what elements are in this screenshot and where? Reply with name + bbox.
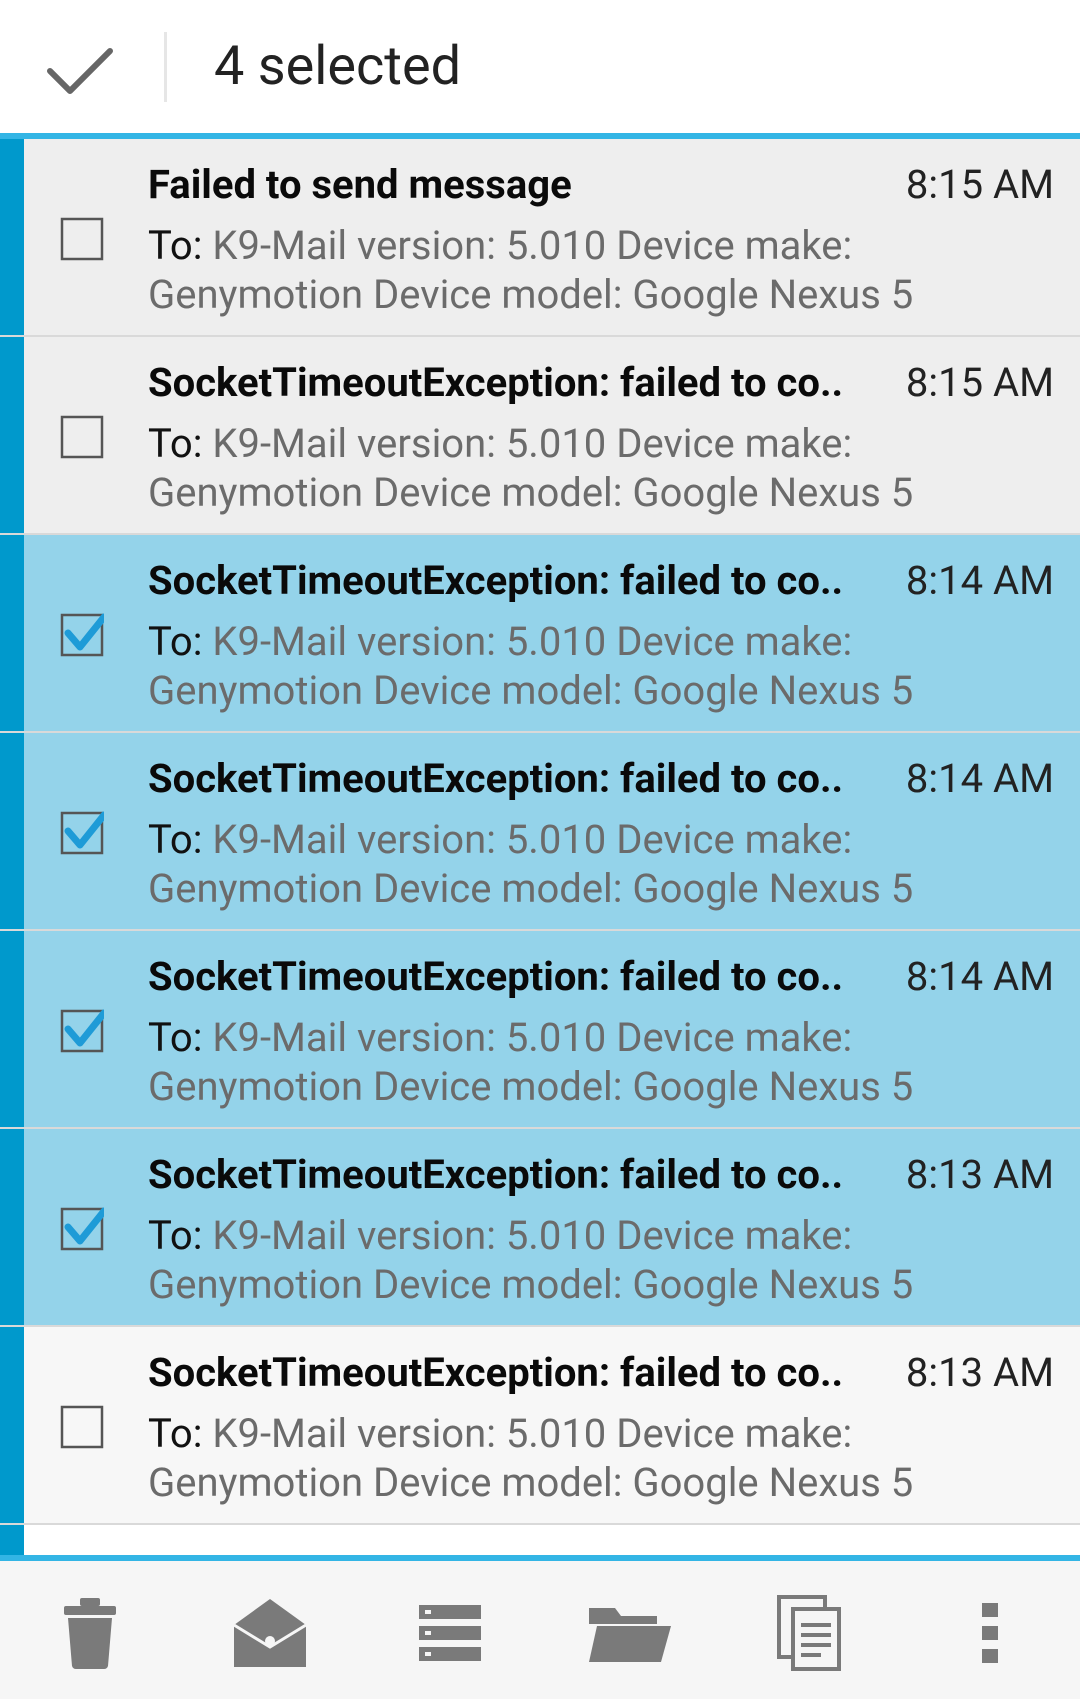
message-row-selected[interactable]: SocketTimeoutException: failed to co.. 8… xyxy=(0,733,1080,931)
mark-read-button[interactable] xyxy=(222,1585,318,1681)
account-color-chip xyxy=(0,931,24,1127)
message-preview: To: K9-Mail version: 5.010 Device make: … xyxy=(148,221,968,319)
preview-line-2: Genymotion Device model: Google Nexus 5 xyxy=(148,667,914,714)
checkbox-checked-icon[interactable] xyxy=(60,1207,104,1251)
preview-line-1: K9-Mail version: 5.010 Device make: xyxy=(212,618,853,665)
mark-read-icon xyxy=(233,1599,307,1667)
move-folder-icon xyxy=(589,1608,671,1662)
message-subject: SocketTimeoutException: failed to co.. xyxy=(148,359,844,406)
preview-line-2: Genymotion Device model: Google Nexus 5 xyxy=(148,1459,914,1506)
preview-line-1: K9-Mail version: 5.010 Device make: xyxy=(212,1410,853,1457)
message-preview: To: K9-Mail version: 5.010 Device make: … xyxy=(148,1211,968,1309)
copy-icon xyxy=(777,1595,841,1671)
partial-row-chip xyxy=(0,1525,24,1555)
bottom-action-bar xyxy=(0,1561,1080,1699)
to-label: To: xyxy=(148,1410,203,1457)
message-time: 8:14 AM xyxy=(905,755,1054,802)
preview-line-1: K9-Mail version: 5.010 Device make: xyxy=(212,1014,853,1061)
checkbox-checked-icon[interactable] xyxy=(60,811,104,855)
preview-line-2: Genymotion Device model: Google Nexus 5 xyxy=(148,271,914,318)
message-subject: SocketTimeoutException: failed to co.. xyxy=(148,953,844,1000)
preview-line-1: K9-Mail version: 5.010 Device make: xyxy=(212,1212,853,1259)
message-row-selected[interactable]: SocketTimeoutException: failed to co.. 8… xyxy=(0,535,1080,733)
message-row[interactable]: SocketTimeoutException: failed to co.. 8… xyxy=(0,337,1080,535)
message-subject: Failed to send message xyxy=(148,161,572,208)
account-color-chip xyxy=(0,1129,24,1325)
message-preview: To: K9-Mail version: 5.010 Device make: … xyxy=(148,815,968,913)
contextual-action-bar: 4 selected xyxy=(0,0,1080,133)
preview-line-2: Genymotion Device model: Google Nexus 5 xyxy=(148,865,914,912)
message-time: 8:13 AM xyxy=(905,1151,1054,1198)
message-subject: SocketTimeoutException: failed to co.. xyxy=(148,557,844,604)
message-row[interactable]: SocketTimeoutException: failed to co.. 8… xyxy=(0,1327,1080,1525)
move-button[interactable] xyxy=(582,1585,678,1681)
message-row-selected[interactable]: SocketTimeoutException: failed to co.. 8… xyxy=(0,931,1080,1129)
preview-line-2: Genymotion Device model: Google Nexus 5 xyxy=(148,469,914,516)
delete-icon xyxy=(64,1598,116,1669)
to-label: To: xyxy=(148,222,203,269)
message-preview: To: K9-Mail version: 5.010 Device make: … xyxy=(148,617,968,715)
message-time: 8:14 AM xyxy=(905,557,1054,604)
checkmark-icon xyxy=(47,48,113,94)
to-label: To: xyxy=(148,618,203,665)
preview-line-2: Genymotion Device model: Google Nexus 5 xyxy=(148,1063,914,1110)
copy-button[interactable] xyxy=(762,1585,858,1681)
checkbox-checked-icon[interactable] xyxy=(60,1009,104,1053)
done-button[interactable] xyxy=(30,30,130,110)
archive-icon xyxy=(419,1605,481,1661)
message-time: 8:14 AM xyxy=(905,953,1054,1000)
to-label: To: xyxy=(148,420,203,467)
to-label: To: xyxy=(148,1014,203,1061)
preview-line-2: Genymotion Device model: Google Nexus 5 xyxy=(148,1261,914,1308)
delete-button[interactable] xyxy=(42,1585,138,1681)
checkbox-unchecked-icon[interactable] xyxy=(60,415,104,459)
message-subject: SocketTimeoutException: failed to co.. xyxy=(148,1349,844,1396)
account-color-chip xyxy=(0,535,24,731)
message-time: 8:15 AM xyxy=(905,161,1054,208)
message-preview: To: K9-Mail version: 5.010 Device make: … xyxy=(148,419,968,517)
message-row[interactable]: Failed to send message 8:15 AM To: K9-Ma… xyxy=(0,139,1080,337)
archive-button[interactable] xyxy=(402,1585,498,1681)
to-label: To: xyxy=(148,1212,203,1259)
overflow-menu-button[interactable] xyxy=(942,1585,1038,1681)
action-bar-divider xyxy=(164,32,167,102)
to-label: To: xyxy=(148,816,203,863)
account-color-chip xyxy=(0,1327,24,1523)
message-time: 8:15 AM xyxy=(905,359,1054,406)
message-subject: SocketTimeoutException: failed to co.. xyxy=(148,755,844,802)
preview-line-1: K9-Mail version: 5.010 Device make: xyxy=(212,420,853,467)
account-color-chip xyxy=(0,139,24,335)
preview-line-1: K9-Mail version: 5.010 Device make: xyxy=(212,222,853,269)
checkbox-unchecked-icon[interactable] xyxy=(60,217,104,261)
overflow-menu-icon xyxy=(982,1603,998,1663)
preview-line-1: K9-Mail version: 5.010 Device make: xyxy=(212,816,853,863)
account-color-chip xyxy=(0,337,24,533)
message-time: 8:13 AM xyxy=(905,1349,1054,1396)
message-list[interactable]: Failed to send message 8:15 AM To: K9-Ma… xyxy=(0,139,1080,1559)
message-subject: SocketTimeoutException: failed to co.. xyxy=(148,1151,844,1198)
message-row-selected[interactable]: SocketTimeoutException: failed to co.. 8… xyxy=(0,1129,1080,1327)
message-preview: To: K9-Mail version: 5.010 Device make: … xyxy=(148,1013,968,1111)
message-preview: To: K9-Mail version: 5.010 Device make: … xyxy=(148,1409,968,1507)
checkbox-unchecked-icon[interactable] xyxy=(60,1405,104,1449)
account-color-chip xyxy=(0,733,24,929)
selection-count-title: 4 selected xyxy=(214,35,462,98)
checkbox-checked-icon[interactable] xyxy=(60,613,104,657)
